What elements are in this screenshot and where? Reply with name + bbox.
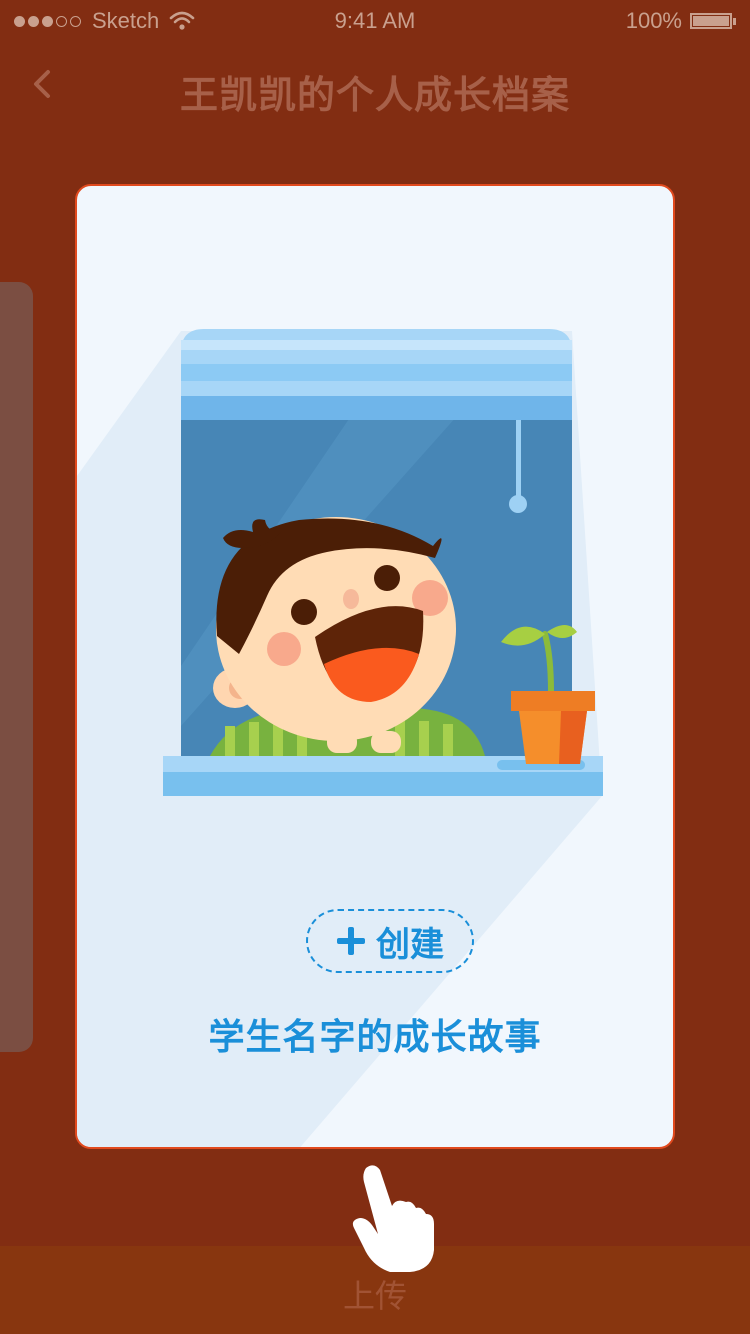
create-label: 创建: [376, 925, 444, 964]
story-text: 学生名字的成长故事: [208, 1016, 542, 1057]
create-button[interactable]: 创建: [306, 909, 474, 973]
boy-at-window-illustration: [77, 329, 603, 1147]
nav-bar: 王凯凯的个人成长档案: [0, 42, 750, 132]
battery-percent: 100%: [625, 8, 682, 33]
hand-pointer-icon: [352, 1165, 434, 1272]
status-bar: Sketch 9:41 AM 100%: [0, 0, 750, 42]
page-title: 王凯凯的个人成长档案: [179, 75, 570, 117]
battery-fill: [693, 16, 729, 26]
battery-tip: [733, 17, 736, 25]
plus-icon: [337, 927, 365, 955]
status-right: 100%: [626, 8, 736, 34]
upload-label: 上传: [342, 1278, 407, 1314]
growth-story-card[interactable]: [75, 184, 675, 1149]
battery-icon: [690, 13, 732, 29]
previous-card-peek[interactable]: [0, 282, 33, 1052]
